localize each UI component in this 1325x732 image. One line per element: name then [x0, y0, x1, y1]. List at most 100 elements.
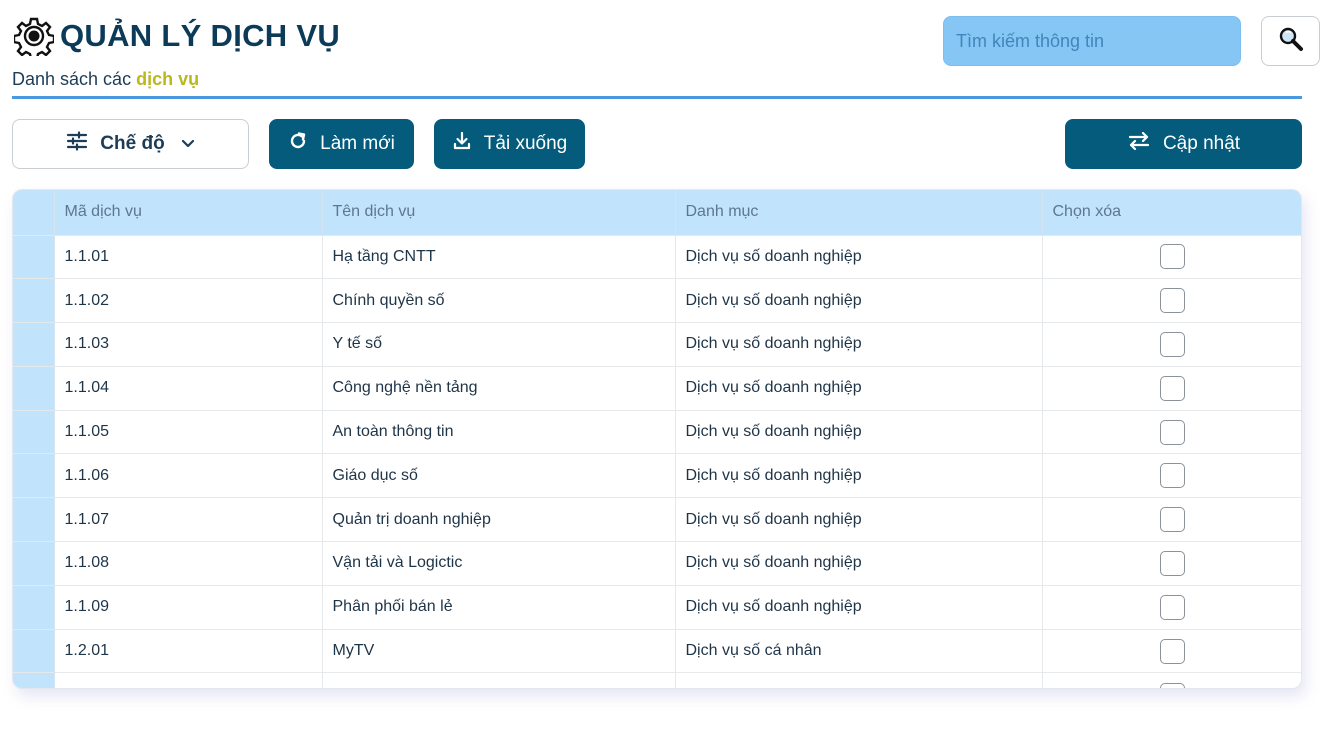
table-row[interactable]: 1.1.06 Giáo dục số Dịch vụ số doanh nghiệp: [13, 453, 1301, 498]
delete-checkbox[interactable]: [1160, 331, 1185, 357]
search-input[interactable]: [943, 16, 1241, 66]
download-button[interactable]: Tải xuống: [434, 119, 585, 169]
table-row[interactable]: 1.1.04 Công nghệ nền tảng Dịch vụ số doanh…: [13, 365, 1301, 411]
row-gutter[interactable]: [13, 672, 55, 688]
cell-delete-select: [1042, 672, 1301, 688]
update-button[interactable]: Cập nhật: [1065, 119, 1302, 169]
cell-code: 1.1.04: [54, 365, 323, 411]
subtitle-prefix: Danh sách các: [12, 69, 132, 89]
download-label: Tải xuống: [483, 133, 568, 154]
cell-name: An toàn thông tin: [322, 409, 676, 454]
table-row[interactable]: 1.2.01 MyTV Dịch vụ số cá nhân: [13, 628, 1301, 673]
delete-checkbox[interactable]: [1160, 550, 1185, 576]
column-header-category[interactable]: Danh mục: [675, 190, 1043, 235]
sliders-icon: [66, 131, 100, 157]
cell-delete-select: [1042, 278, 1301, 323]
cell-code: 1.1.08: [54, 541, 323, 586]
cell-delete-select: [1042, 322, 1301, 367]
page-title: QUẢN LÝ DỊCH VỤ: [60, 18, 341, 53]
cell-code: 1.1.09: [54, 584, 323, 630]
refresh-button[interactable]: Làm mới: [269, 119, 414, 169]
row-gutter[interactable]: [13, 628, 55, 673]
column-header-name[interactable]: Tên dịch vụ: [322, 190, 676, 235]
cell-delete-select: [1042, 365, 1301, 411]
cell-delete-select: [1042, 541, 1301, 586]
header-divider: [12, 96, 1302, 99]
cell-code: 1.1.06: [54, 453, 323, 498]
row-gutter[interactable]: [13, 278, 55, 323]
cell-category: Dịch vụ số doanh nghiệp: [675, 234, 1043, 279]
cell-category: [675, 672, 1043, 688]
cell-category: Dịch vụ số doanh nghiệp: [675, 322, 1043, 367]
cell-category: Dịch vụ số doanh nghiệp: [675, 453, 1043, 498]
delete-checkbox[interactable]: [1160, 419, 1185, 445]
search-icon: [1278, 26, 1304, 57]
cell-code: [54, 672, 323, 688]
table-row[interactable]: 1.1.07 Quản trị doanh nghiệp Dịch vụ số do…: [13, 497, 1301, 542]
gear-icon: [12, 16, 56, 61]
table-header-row: Mã dịch vụ Tên dịch vụ Danh mục Chọn xóa: [13, 190, 1301, 235]
cell-code: 1.1.03: [54, 322, 323, 367]
cell-delete-select: [1042, 628, 1301, 673]
cell-delete-select: [1042, 584, 1301, 630]
table-row[interactable]: 1.1.08 Vận tải và Logictic Dịch vụ số doan…: [13, 541, 1301, 586]
cell-name: Phân phối bán lẻ: [322, 584, 676, 630]
mode-dropdown-button[interactable]: Chế độ: [12, 119, 249, 169]
cell-delete-select: [1042, 409, 1301, 454]
search-button[interactable]: [1261, 16, 1320, 66]
cell-category: Dịch vụ số doanh nghiệp: [675, 541, 1043, 586]
cell-name: Vận tải và Logictic: [322, 541, 676, 586]
row-gutter[interactable]: [13, 584, 55, 630]
row-gutter[interactable]: [13, 409, 55, 454]
delete-checkbox[interactable]: [1160, 288, 1185, 314]
refresh-label: Làm mới: [320, 133, 395, 154]
table-row[interactable]: 1.1.02 Chính quyền số Dịch vụ số doanh ngh…: [13, 278, 1301, 323]
services-table: Mã dịch vụ Tên dịch vụ Danh mục Chọn xóa…: [12, 189, 1302, 689]
cell-category: Dịch vụ số doanh nghiệp: [675, 584, 1043, 630]
delete-checkbox[interactable]: [1160, 638, 1185, 664]
row-gutter[interactable]: [13, 541, 55, 586]
cell-name: Y tế số: [322, 322, 676, 367]
table-row-partial[interactable]: [13, 672, 1301, 688]
row-gutter[interactable]: [13, 453, 55, 498]
cell-category: Dịch vụ số doanh nghiệp: [675, 409, 1043, 454]
cell-category: Dịch vụ số doanh nghiệp: [675, 365, 1043, 411]
download-icon: [452, 131, 484, 157]
delete-checkbox[interactable]: [1160, 244, 1185, 270]
title-row: QUẢN LÝ DỊCH VỤ: [12, 16, 341, 61]
row-gutter[interactable]: [13, 322, 55, 367]
delete-checkbox[interactable]: [1160, 682, 1185, 688]
cell-category: Dịch vụ số doanh nghiệp: [675, 497, 1043, 542]
row-gutter[interactable]: [13, 365, 55, 411]
delete-checkbox[interactable]: [1160, 463, 1185, 489]
table-row[interactable]: 1.1.03 Y tế số Dịch vụ số doanh nghiệp: [13, 322, 1301, 367]
cell-code: 1.1.01: [54, 234, 323, 279]
table-row[interactable]: 1.1.09 Phân phối bán lẻ Dịch vụ số doanh n…: [13, 584, 1301, 630]
page-subtitle: Danh sách các dịch vụ: [12, 69, 199, 90]
row-gutter[interactable]: [13, 234, 55, 279]
cell-code: 1.1.07: [54, 497, 323, 542]
row-gutter-header: [13, 190, 55, 235]
cell-delete-select: [1042, 453, 1301, 498]
delete-checkbox[interactable]: [1160, 375, 1185, 401]
cell-code: 1.1.02: [54, 278, 323, 323]
cell-name: Chính quyền số: [322, 278, 676, 323]
cell-delete-select: [1042, 497, 1301, 542]
row-gutter[interactable]: [13, 497, 55, 542]
delete-checkbox[interactable]: [1160, 594, 1185, 620]
cell-code: 1.1.05: [54, 409, 323, 454]
chevron-down-icon: [173, 133, 195, 155]
cell-name: MyTV: [322, 628, 676, 673]
cell-name: Quản trị doanh nghiệp: [322, 497, 676, 542]
column-header-delete-select[interactable]: Chọn xóa: [1042, 190, 1301, 235]
cell-category: Dịch vụ số doanh nghiệp: [675, 278, 1043, 323]
table-row[interactable]: 1.1.01 Hạ tầng CNTT Dịch vụ số doanh nghiệ…: [13, 234, 1301, 279]
mode-label: Chế độ: [100, 133, 165, 154]
delete-checkbox[interactable]: [1160, 507, 1185, 533]
cell-category: Dịch vụ số cá nhân: [675, 628, 1043, 673]
swap-arrows-icon: [1127, 131, 1163, 157]
column-header-code[interactable]: Mã dịch vụ: [54, 190, 323, 235]
table-row[interactable]: 1.1.05 An toàn thông tin Dịch vụ số doanh …: [13, 409, 1301, 454]
cell-name: Giáo dục số: [322, 453, 676, 498]
cell-name: [322, 672, 676, 688]
